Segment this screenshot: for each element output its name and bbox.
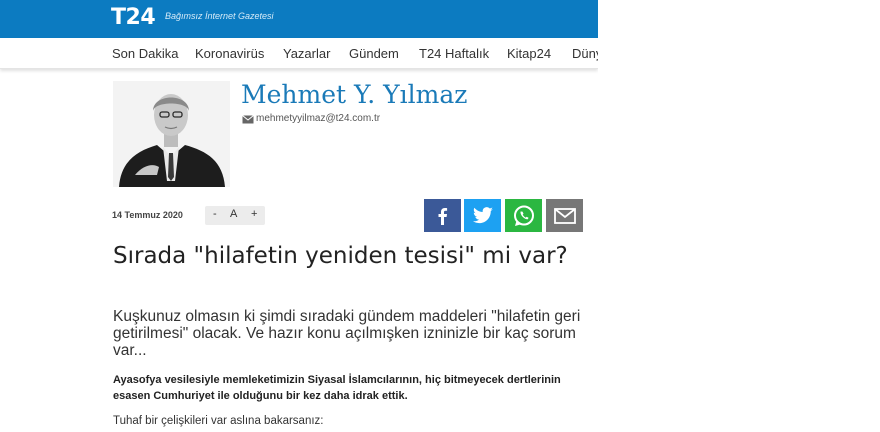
font-size-control: - A + xyxy=(205,206,265,225)
share-whatsapp-button[interactable] xyxy=(505,199,542,232)
main-nav: Son Dakika Koronavirüs Yazarlar Gündem T… xyxy=(0,38,598,69)
share-email-button[interactable] xyxy=(546,199,583,232)
facebook-icon xyxy=(438,207,447,225)
author-photo[interactable] xyxy=(113,81,230,187)
nav-item-son-dakika[interactable]: Son Dakika xyxy=(112,46,178,61)
t24-logo[interactable]: T24 xyxy=(111,5,156,30)
font-decrease-button[interactable]: - xyxy=(213,208,217,220)
top-header-bar: T24 Bağımsız İnternet Gazetesi xyxy=(0,0,598,38)
nav-item-t24-haftalik[interactable]: T24 Haftalık xyxy=(419,46,489,61)
nav-item-kitap24[interactable]: Kitap24 xyxy=(507,46,551,61)
font-increase-button[interactable]: + xyxy=(251,208,257,220)
nav-item-dunya[interactable]: Düny xyxy=(572,46,598,61)
whatsapp-icon xyxy=(513,205,534,226)
article-date: 14 Temmuz 2020 xyxy=(112,210,183,220)
share-facebook-button[interactable] xyxy=(424,199,461,232)
mail-icon xyxy=(553,207,576,224)
article-paragraph: Tuhaf bir çelişkileri var aslına bakarsa… xyxy=(113,415,324,427)
author-email[interactable]: mehmetyyilmaz@t24.com.tr xyxy=(256,113,380,124)
author-name[interactable]: Mehmet Y. Yılmaz xyxy=(241,80,467,109)
nav-item-koronavirus[interactable]: Koronavirüs xyxy=(195,46,264,61)
site-tagline: Bağımsız İnternet Gazetesi xyxy=(165,11,274,21)
article-lead: Kuşkunuz olmasın ki şimdi sıradaki günde… xyxy=(113,308,581,359)
article-bold-paragraph: Ayasofya vesilesiyle memleketimizin Siya… xyxy=(113,374,561,402)
article-page: T24 Bağımsız İnternet Gazetesi Son Dakik… xyxy=(0,0,598,432)
nav-item-yazarlar[interactable]: Yazarlar xyxy=(283,46,330,61)
envelope-icon xyxy=(242,115,254,124)
nav-item-gundem[interactable]: Gündem xyxy=(349,46,399,61)
article-headline: Sırada "hilafetin yeniden tesisi" mi var… xyxy=(113,243,568,269)
twitter-icon xyxy=(472,206,493,223)
share-twitter-button[interactable] xyxy=(464,199,501,232)
font-size-label: A xyxy=(230,208,238,220)
author-portrait-image xyxy=(113,81,230,187)
